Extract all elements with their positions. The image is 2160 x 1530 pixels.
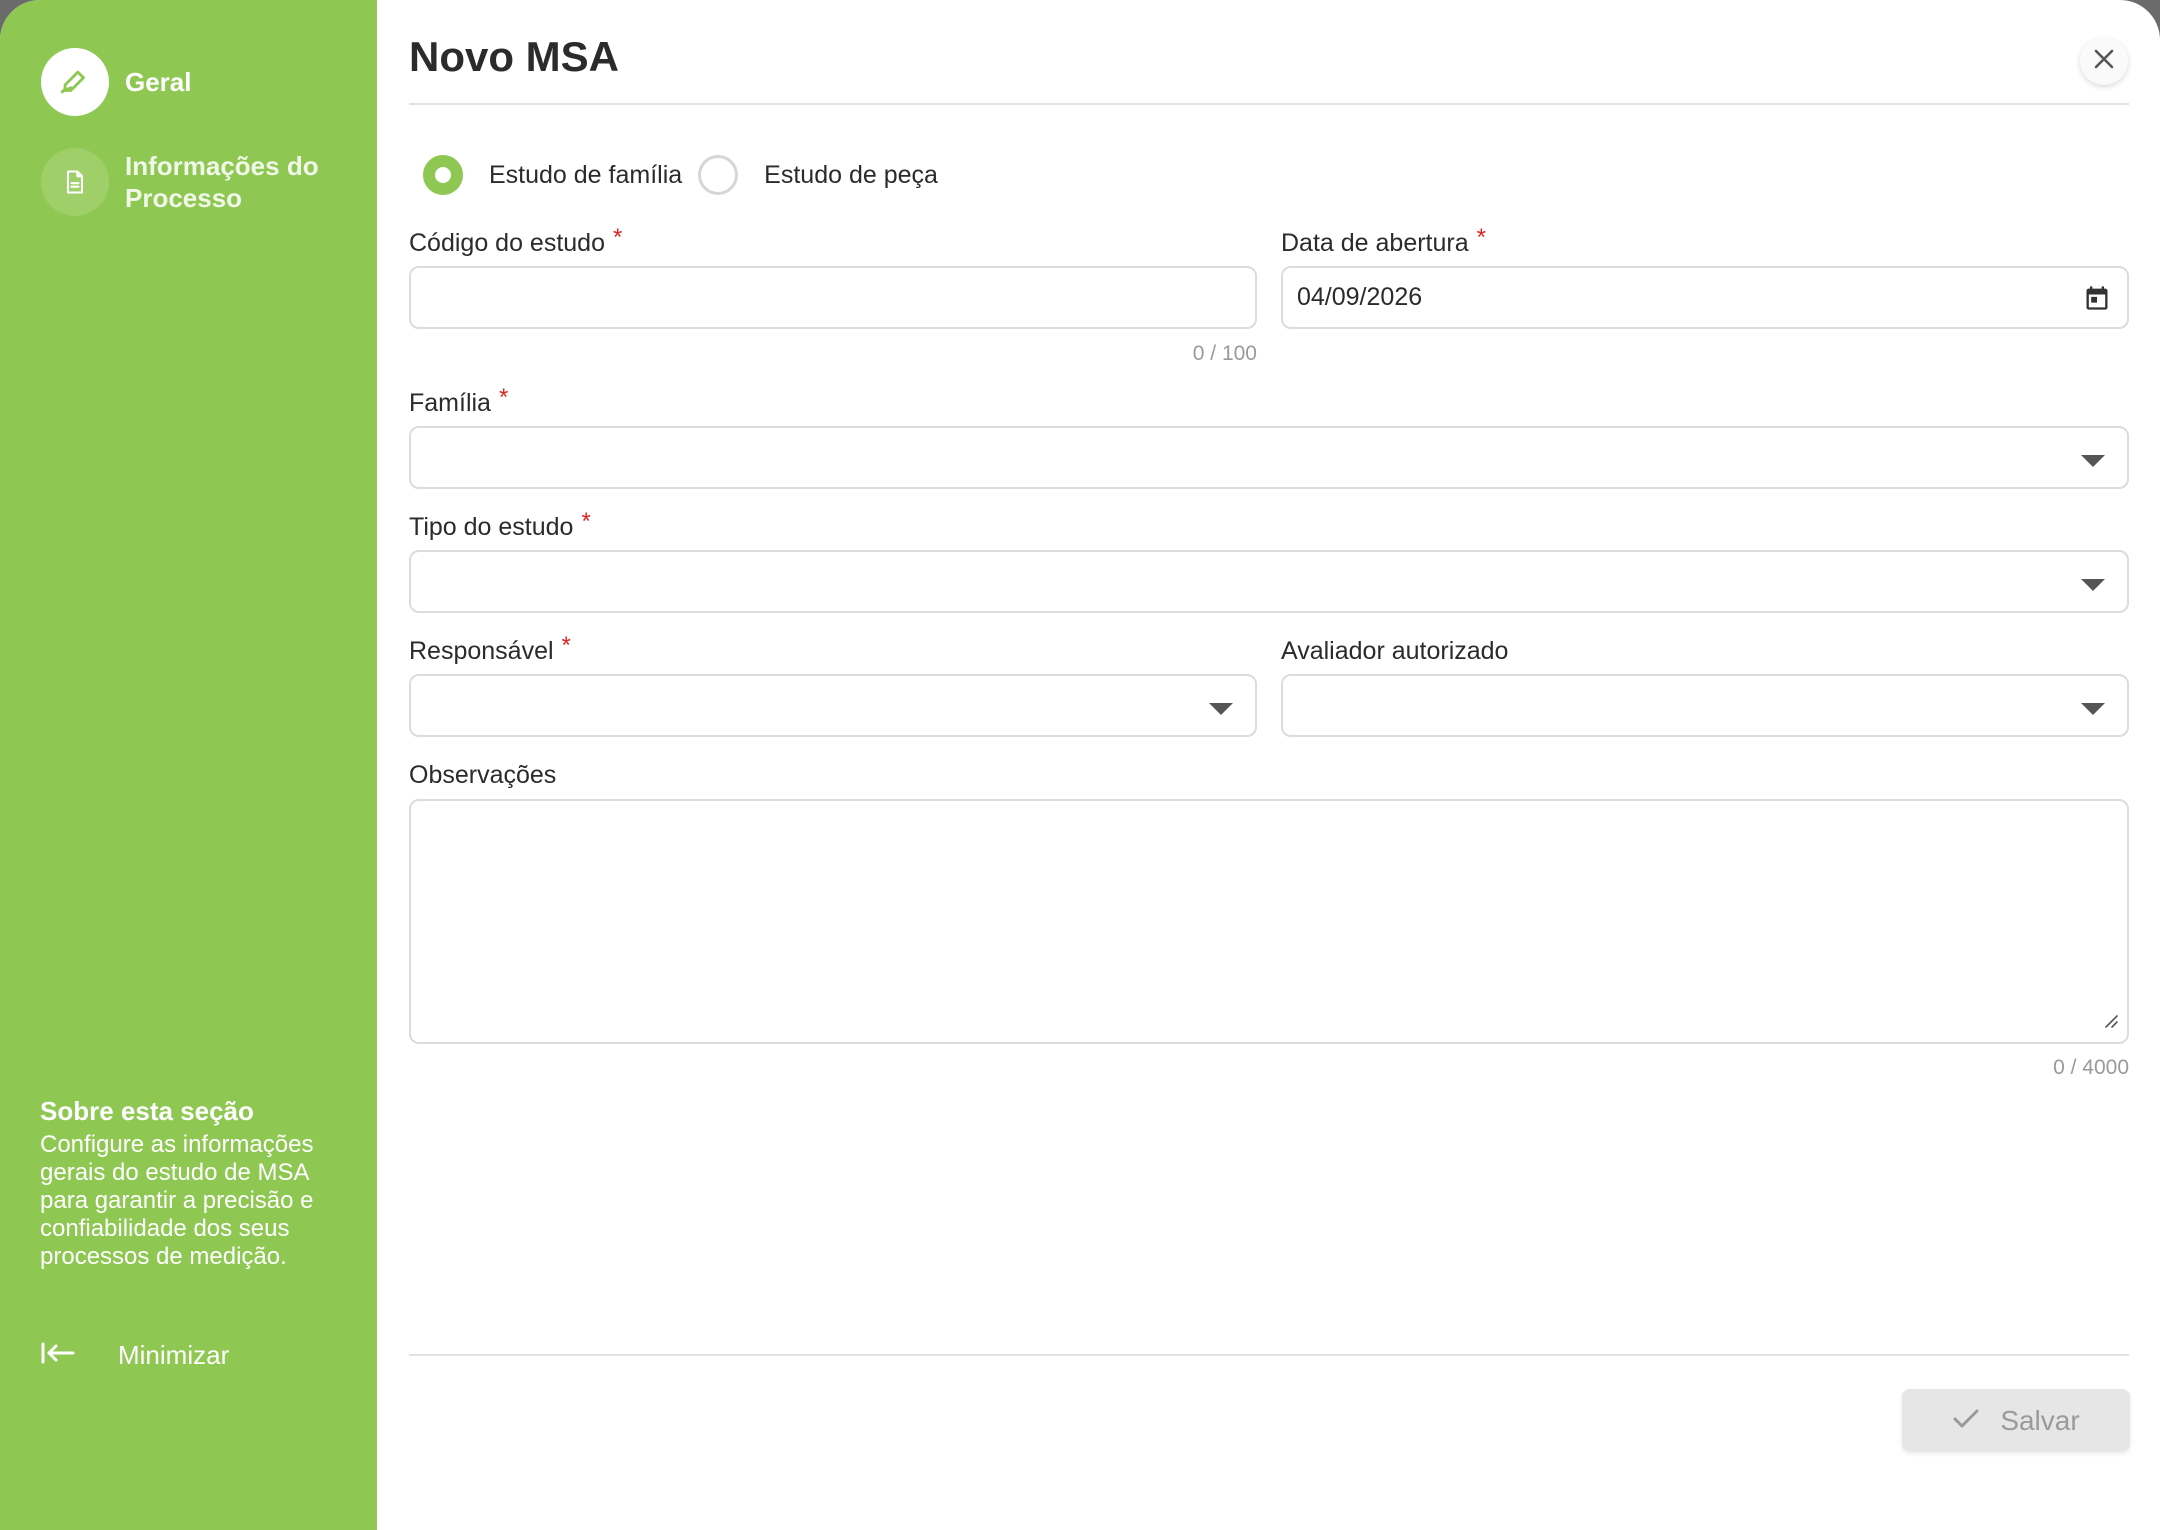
header-divider [409,103,2129,105]
radio-estudo-familia-label: Estudo de família [489,160,683,189]
observacoes-label-text: Observações [409,761,557,789]
codigo-counter: 0 / 100 [1192,342,1257,365]
collapse-left-icon [40,1341,76,1370]
minimize-label: Minimizar [118,1339,230,1370]
avaliador-label-text: Avaliador autorizado [1281,637,1509,665]
observacoes-counter: 0 / 4000 [2053,1056,2129,1079]
about-text: Configure as informações gerais do estud… [40,1131,314,1270]
data-abertura-label: Data de abertura * [1281,224,1486,259]
sidebar: Geral Informações do Processo Sobre esta… [0,0,377,1530]
save-label: Salvar [2000,1404,2080,1436]
data-abertura-input[interactable]: 04/09/2026 [1281,266,2129,329]
document-icon [41,148,109,216]
required-mark: * [498,384,509,411]
responsavel-label-text: Responsável [409,637,554,665]
calendar-icon[interactable] [2083,284,2111,319]
step-geral[interactable]: Geral [41,48,192,116]
form-area: Novo MSA Estudo de família Estudo de peç… [409,0,2130,1530]
radio-unchecked-indicator [698,155,739,195]
about-title: Sobre esta seção [40,1096,254,1126]
avaliador-label: Avaliador autorizado [1281,636,1508,666]
minimize-button[interactable]: Minimizar [40,1330,229,1380]
codigo-label-text: Código do estudo [409,229,605,257]
data-abertura-label-text: Data de abertura [1281,229,1469,257]
close-icon [2092,47,2116,76]
codigo-input[interactable] [409,266,1257,329]
required-mark: * [561,632,571,659]
chevron-down-icon [2081,579,2105,591]
new-msa-modal: Geral Informações do Processo Sobre esta… [0,0,2160,1530]
about-section: Sobre esta seção Configure as informaçõe… [40,1095,340,1271]
resize-handle-icon[interactable] [2101,1011,2119,1034]
required-mark: * [1476,224,1486,251]
radio-estudo-familia[interactable]: Estudo de família [423,155,682,195]
modal-title: Novo MSA [409,33,619,80]
observacoes-textarea[interactable] [409,799,2129,1044]
tipo-label: Tipo do estudo * [409,508,591,543]
familia-label: Família * [409,384,508,419]
required-mark: * [581,508,591,535]
check-icon [1952,1405,1980,1437]
study-kind-radio-group: Estudo de família Estudo de peça [423,155,954,195]
tipo-select[interactable] [409,550,2129,613]
chevron-down-icon [2081,703,2105,715]
chevron-down-icon [1209,703,1233,715]
step-geral-label: Geral [125,67,192,97]
chevron-down-icon [2081,455,2105,467]
data-abertura-value: 04/09/2026 [1297,283,1423,311]
step-informacoes-label: Informações do Processo [125,151,319,213]
observacoes-label: Observações [409,760,556,790]
step-informacoes-processo[interactable]: Informações do Processo [41,148,355,216]
familia-label-text: Família [409,389,491,417]
pencil-icon [41,48,109,116]
radio-estudo-peca-label: Estudo de peça [764,160,938,189]
radio-estudo-peca[interactable]: Estudo de peça [698,155,938,195]
radio-checked-indicator [423,155,463,195]
tipo-label-text: Tipo do estudo [409,513,574,541]
footer-divider [409,1354,2129,1356]
responsavel-label: Responsável * [409,632,571,667]
avaliador-select[interactable] [1281,674,2129,737]
required-mark: * [612,224,623,251]
familia-select[interactable] [409,426,2129,489]
responsavel-select[interactable] [409,674,1257,737]
save-button[interactable]: Salvar [1902,1389,2130,1452]
close-button[interactable] [2080,37,2128,85]
codigo-label: Código do estudo * [409,224,622,259]
